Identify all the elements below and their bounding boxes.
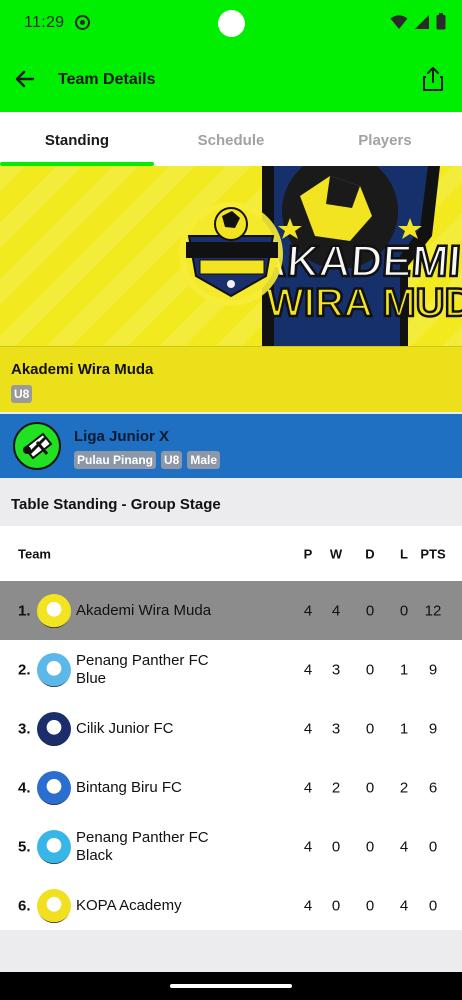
page-title: Team Details — [58, 71, 156, 88]
section-title: Table Standing - Group Stage — [11, 496, 221, 513]
drawn-value: 0 — [365, 779, 375, 796]
drawn-value: 0 — [365, 602, 375, 619]
drawn-value: 0 — [365, 897, 375, 914]
lost-value: 2 — [399, 779, 409, 796]
cellular-signal-icon — [415, 14, 429, 29]
tab-standing[interactable]: Standing — [0, 112, 154, 166]
team-banner-artwork: AKADEMI BOLA SEPAK WIRA MUDA — [179, 166, 462, 346]
played-value: 4 — [303, 661, 313, 678]
lost-value: 1 — [399, 661, 409, 678]
system-navigation-bar — [0, 972, 462, 1000]
won-value: 3 — [331, 720, 341, 737]
table-body: 1. Akademi Wira Muda 4 4 0 0 12 2. Penang Panthe… — [0, 581, 462, 935]
league-logo-icon — [23, 432, 53, 460]
back-arrow-icon[interactable] — [10, 64, 40, 94]
club-logo — [37, 711, 71, 746]
club-logo — [37, 652, 71, 687]
column-points: PTS — [420, 546, 446, 561]
points-value: 0 — [428, 897, 438, 914]
standing-section-header: Table Standing - Group Stage — [0, 480, 462, 526]
status-icons — [390, 13, 446, 30]
played-value: 4 — [303, 838, 313, 855]
rank: 1. — [18, 602, 31, 619]
club-name: Penang Panther FC Blue — [76, 651, 209, 687]
banner-logo-text-1: AKADEMI BOLA SEPAK — [254, 237, 462, 286]
points-value: 6 — [428, 779, 438, 796]
tab-bar: Standing Schedule Players — [0, 112, 462, 166]
points-value: 9 — [428, 661, 438, 678]
team-name: Akademi Wira Muda — [11, 361, 154, 378]
column-team: Team — [18, 546, 51, 561]
standings-table: Team P W D L PTS 1. Akademi Wira Muda 4 4 0 0… — [0, 526, 462, 935]
points-value: 0 — [428, 838, 438, 855]
club-name: Bintang Biru FC — [76, 778, 182, 796]
battery-icon — [436, 13, 446, 30]
banner-logo-text-2: WIRA MUDA — [266, 281, 462, 325]
status-time: 11:29 — [24, 14, 65, 31]
column-won: W — [329, 546, 343, 561]
won-value: 4 — [331, 602, 341, 619]
won-value: 3 — [331, 661, 341, 678]
club-name: KOPA Academy — [76, 896, 182, 914]
club-name: Akademi Wira Muda — [76, 601, 212, 619]
club-logo — [37, 829, 71, 864]
club-name: Cilik Junior FC — [76, 719, 174, 737]
rank: 3. — [18, 720, 31, 737]
lost-value: 1 — [399, 720, 409, 737]
app-bar: Team Details — [0, 46, 462, 112]
status-bar: 11:29 — [0, 0, 462, 46]
league-tags: Pulau Pinang U8 Male — [74, 451, 221, 469]
won-value: 2 — [331, 779, 341, 796]
team-banner: AKADEMI BOLA SEPAK WIRA MUDA — [0, 166, 462, 346]
rank: 2. — [18, 661, 31, 678]
league-logo — [13, 422, 61, 470]
table-row[interactable]: 1. Akademi Wira Muda 4 4 0 0 12 — [0, 581, 462, 640]
table-row[interactable]: 6. KOPA Academy 4 0 0 4 0 — [0, 876, 462, 935]
age-group-badge: U8 — [11, 385, 33, 403]
share-icon[interactable] — [418, 64, 448, 94]
drawn-value: 0 — [365, 720, 375, 737]
won-value: 0 — [331, 897, 341, 914]
played-value: 4 — [303, 897, 313, 914]
column-lost: L — [400, 546, 408, 561]
club-name: Penang Panther FC Black — [76, 828, 209, 864]
lost-value: 0 — [399, 602, 409, 619]
camera-cutout — [218, 10, 245, 37]
tab-schedule[interactable]: Schedule — [154, 112, 308, 166]
table-row[interactable]: 5. Penang Panther FC Black 4 0 0 4 0 — [0, 817, 462, 876]
rank: 4. — [18, 779, 31, 796]
club-logo — [37, 593, 71, 628]
tab-players[interactable]: Players — [308, 112, 462, 166]
column-played: P — [303, 546, 313, 561]
drawn-value: 0 — [365, 661, 375, 678]
points-value: 12 — [424, 602, 442, 619]
home-indicator[interactable] — [170, 984, 292, 988]
wifi-icon — [390, 14, 408, 29]
rank: 6. — [18, 897, 31, 914]
club-logo — [37, 770, 71, 805]
gender-badge: Male — [187, 451, 221, 469]
rank: 5. — [18, 838, 31, 855]
column-drawn: D — [365, 546, 375, 561]
league-name: Liga Junior X — [74, 428, 170, 445]
league-info-card[interactable]: Liga Junior X Pulau Pinang U8 Male — [0, 414, 462, 478]
lost-value: 4 — [399, 897, 409, 914]
won-value: 0 — [331, 838, 341, 855]
played-value: 4 — [303, 720, 313, 737]
table-row[interactable]: 2. Penang Panther FC Blue 4 3 0 1 9 — [0, 640, 462, 699]
played-value: 4 — [303, 602, 313, 619]
bottom-spacer — [0, 930, 462, 972]
points-value: 9 — [428, 720, 438, 737]
age-group-badge: U8 — [161, 451, 183, 469]
location-badge: Pulau Pinang — [74, 451, 157, 469]
lost-value: 4 — [399, 838, 409, 855]
sync-status-icon — [75, 15, 90, 30]
club-logo — [37, 888, 71, 923]
table-row[interactable]: 3. Cilik Junior FC 4 3 0 1 9 — [0, 699, 462, 758]
drawn-value: 0 — [365, 838, 375, 855]
played-value: 4 — [303, 779, 313, 796]
table-row[interactable]: 4. Bintang Biru FC 4 2 0 2 6 — [0, 758, 462, 817]
table-header: Team P W D L PTS — [0, 526, 462, 581]
team-info-card: Akademi Wira Muda U8 — [0, 346, 462, 412]
